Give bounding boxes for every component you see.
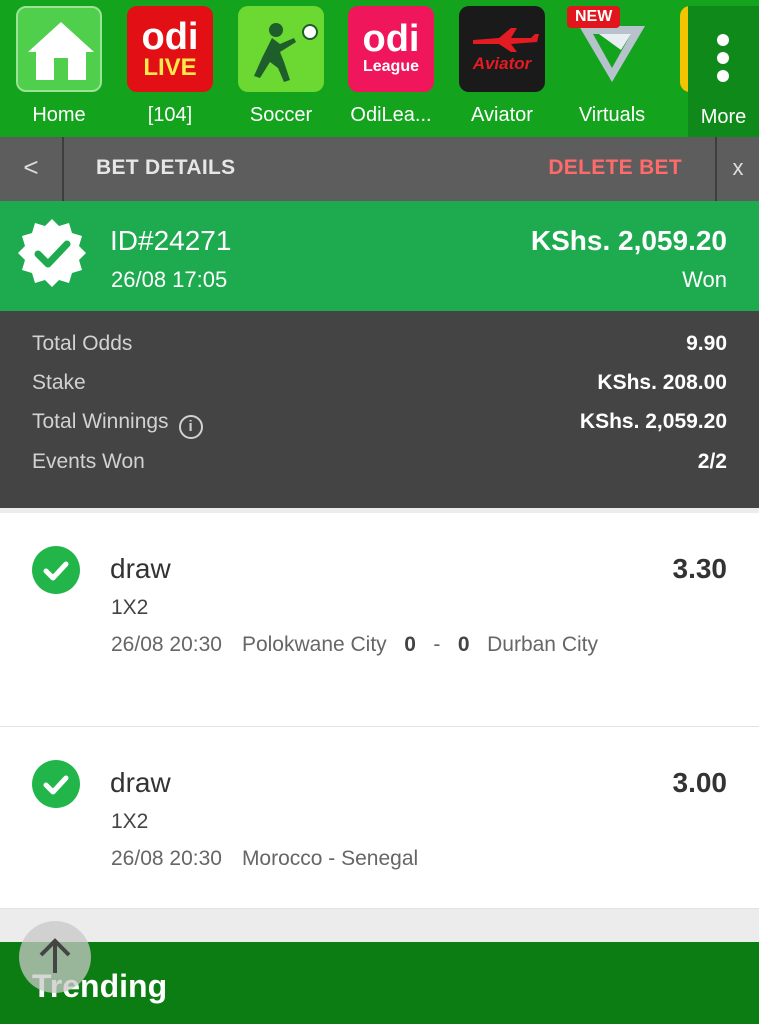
new-badge: NEW bbox=[567, 6, 621, 28]
bet-status: Won bbox=[682, 267, 727, 292]
aviator-logo: Aviator bbox=[459, 6, 545, 92]
away-score: 0 bbox=[457, 633, 470, 656]
event-meta: 26/08 20:30 Morocco - Senegal bbox=[111, 843, 611, 875]
stat-label: Events Won bbox=[32, 450, 145, 473]
stat-total-odds: Total Odds 9.90 bbox=[32, 332, 727, 362]
scroll-to-top-button[interactable] bbox=[19, 921, 91, 993]
stat-stake: Stake KShs. 208.00 bbox=[32, 371, 727, 401]
event-odds: 3.30 bbox=[672, 553, 728, 584]
nav-item-soccer[interactable]: Soccer bbox=[236, 6, 326, 132]
nav-label-odileague: OdiLea... bbox=[350, 104, 432, 126]
stat-value: 9.90 bbox=[686, 332, 727, 355]
nav-item-odileague[interactable]: odi League OdiLea... bbox=[346, 6, 436, 132]
back-button[interactable]: < bbox=[0, 137, 64, 201]
top-nav: Home odi LIVE [104] Soccer odi League Od… bbox=[0, 0, 759, 137]
logo-league-text: League bbox=[362, 58, 419, 75]
nav-label-home: Home bbox=[32, 104, 86, 126]
event-odds: 3.00 bbox=[672, 767, 728, 798]
bet-details-bar: < BET DETAILS DELETE BET x bbox=[0, 137, 759, 201]
logo-aviator-text: Aviator bbox=[472, 54, 532, 73]
page-title: BET DETAILS bbox=[96, 156, 236, 179]
trending-section[interactable]: Trending bbox=[0, 942, 759, 1024]
home-score: 0 bbox=[404, 633, 416, 656]
logo-odi-text: odi bbox=[141, 16, 199, 58]
verified-badge-icon bbox=[18, 219, 86, 287]
close-button[interactable]: x bbox=[715, 137, 759, 201]
event-pick: draw bbox=[110, 553, 171, 584]
bet-date: 26/08 17:05 bbox=[111, 267, 228, 292]
nav-item-aviator[interactable]: Aviator Aviator bbox=[457, 6, 547, 132]
nav-item-home[interactable]: Home bbox=[14, 6, 104, 132]
bet-winning-amount: KShs. 2,059.20 bbox=[530, 225, 727, 256]
event-market: 1X2 bbox=[111, 810, 149, 833]
stat-value: KShs. 208.00 bbox=[597, 371, 727, 394]
event-list: draw 3.30 1X2 26/08 20:30 Polokwane City … bbox=[0, 513, 759, 909]
more-button[interactable]: More bbox=[688, 6, 759, 137]
odi-live-logo: odi LIVE bbox=[127, 6, 213, 92]
check-circle-icon bbox=[32, 546, 80, 594]
event-meta: 26/08 20:30 Polokwane City 0 - 0 Durban C… bbox=[111, 629, 611, 661]
stat-label: Stake bbox=[32, 371, 86, 394]
event-row: draw 3.00 1X2 26/08 20:30 Morocco - Seneg… bbox=[0, 727, 759, 909]
event-match: Morocco - Senegal bbox=[241, 847, 419, 870]
logo-odi-text: odi bbox=[362, 18, 420, 60]
stat-total-winnings: Total Winnings i KShs. 2,059.20 bbox=[32, 410, 727, 440]
nav-label-aviator: Aviator bbox=[471, 104, 533, 126]
away-team: Durban City bbox=[487, 633, 598, 656]
home-team: Polokwane City bbox=[241, 633, 387, 656]
score-separator: - bbox=[433, 633, 441, 656]
more-vertical-icon bbox=[717, 34, 729, 88]
stat-label: Total Odds bbox=[32, 332, 133, 355]
check-circle-icon bbox=[32, 760, 80, 808]
nav-label-live: [104] bbox=[147, 104, 193, 126]
event-time: 26/08 20:30 bbox=[111, 847, 222, 870]
arrow-up-icon bbox=[39, 938, 71, 973]
stat-events-won: Events Won 2/2 bbox=[32, 450, 727, 480]
nav-label-soccer: Soccer bbox=[249, 104, 313, 126]
logo-live-text: LIVE bbox=[143, 54, 197, 81]
stat-value: 2/2 bbox=[697, 450, 727, 473]
event-pick: draw bbox=[110, 767, 171, 798]
plane-icon bbox=[473, 28, 539, 52]
bet-summary: ID#24271 26/08 17:05 KShs. 2,059.20 Won bbox=[0, 201, 759, 311]
event-time: 26/08 20:30 bbox=[111, 633, 222, 656]
nav-label-virtuals: Virtuals bbox=[578, 104, 646, 126]
event-market: 1X2 bbox=[111, 596, 149, 619]
soccer-tile bbox=[238, 6, 324, 92]
event-row: draw 3.30 1X2 26/08 20:30 Polokwane City … bbox=[0, 513, 759, 727]
nav-item-live[interactable]: odi LIVE [104] bbox=[125, 6, 215, 132]
house-icon bbox=[28, 22, 94, 80]
bet-id: ID#24271 bbox=[110, 225, 232, 256]
stat-label: Total Winnings bbox=[32, 410, 169, 433]
info-icon[interactable]: i bbox=[178, 415, 203, 439]
odi-league-logo: odi League bbox=[348, 6, 434, 92]
more-label: More bbox=[700, 106, 747, 128]
stat-label-wrap: Total Winnings i bbox=[32, 410, 203, 439]
home-tile bbox=[16, 6, 102, 92]
stat-value: KShs. 2,059.20 bbox=[579, 410, 727, 433]
soccer-player-icon bbox=[254, 23, 318, 82]
bet-stats: Total Odds 9.90 Stake KShs. 208.00 Total… bbox=[0, 311, 759, 508]
delete-bet-button[interactable]: DELETE BET bbox=[548, 156, 682, 180]
